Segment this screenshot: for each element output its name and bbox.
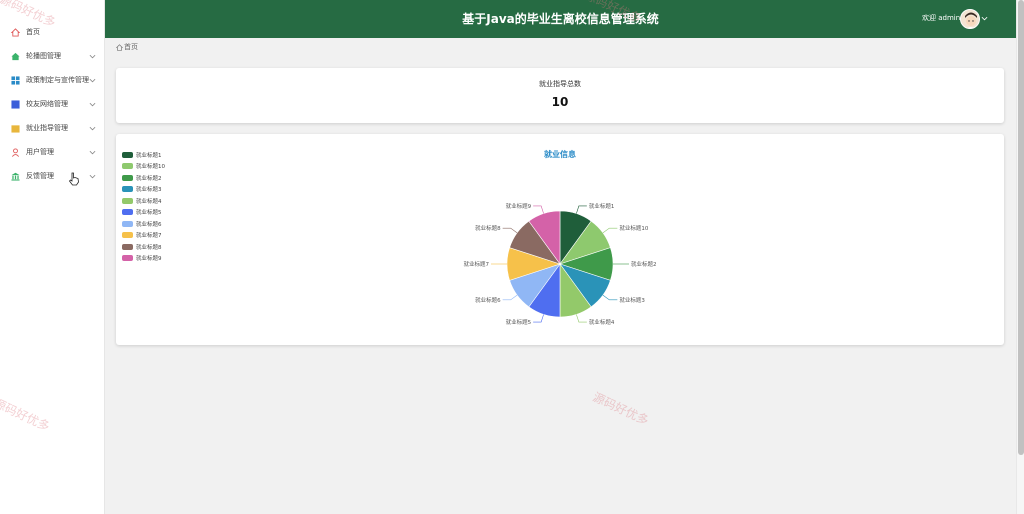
pie-slice-label: 就业标题3 — [619, 296, 645, 304]
sidebar-item-label: 校友网络管理 — [26, 100, 68, 108]
pie-slice-label: 就业标题5 — [506, 318, 532, 326]
scroll-thumb[interactable] — [1018, 0, 1024, 455]
sidebar-item-users[interactable]: 用户管理 — [0, 141, 105, 165]
pie-slice-label: 就业标题9 — [506, 202, 532, 210]
chart-card: 就业信息 就业标题1 就业标题10 就业标题2 就业标题3 就业标题4 就业标题5 就业标题… — [116, 134, 1004, 345]
user-icon — [11, 148, 20, 157]
sidebar-item-home[interactable]: 首页 — [0, 21, 105, 45]
pie-label-line — [576, 205, 587, 214]
stat-value: 10 — [551, 95, 569, 109]
sidebar-item-label: 轮播图管理 — [26, 52, 61, 60]
sidebar-item-alumni[interactable]: 校友网络管理 — [0, 93, 105, 117]
breadcrumb-home[interactable]: 首页 — [124, 42, 138, 52]
sidebar-item-carousel[interactable]: 轮播图管理 — [0, 45, 105, 69]
sidebar-item-label: 首页 — [26, 28, 40, 36]
hand-cursor-icon — [68, 172, 79, 186]
house-icon — [11, 52, 20, 61]
pie-slice-label: 就业标题4 — [589, 318, 615, 326]
pie-label-line — [602, 227, 618, 234]
grid-icon — [11, 76, 20, 85]
chevron-down-icon — [89, 150, 96, 155]
pie-label-line — [502, 294, 518, 301]
sidebar-item-label: 就业指导管理 — [26, 124, 68, 132]
chevron-down-icon — [89, 102, 96, 107]
sidebar: 首页 轮播图管理 政策制定与宣传管理 校友网络管理 就业指导管理 用户管理 反馈… — [0, 0, 105, 514]
home-icon — [11, 28, 20, 37]
chevron-down-icon — [89, 174, 96, 179]
pie-label-line — [502, 227, 518, 234]
pie-slice-label: 就业标题1 — [589, 202, 615, 210]
stat-card: 就业指导总数 10 — [116, 68, 1004, 123]
bank-icon — [11, 172, 20, 181]
sidebar-item-label: 用户管理 — [26, 148, 54, 156]
pie-chart: 就业标题1 就业标题10 就业标题2 就业标题3 就业标题4 就业标题5 就业标题6 就业标题… — [464, 202, 657, 326]
scrollbar[interactable] — [1016, 0, 1024, 514]
pie-slice-label: 就业标题7 — [464, 260, 490, 268]
square-icon — [11, 100, 20, 109]
chevron-down-icon[interactable] — [981, 15, 988, 22]
watermark-mid: 源码好优多 — [590, 389, 651, 428]
app-title: 基于Java的毕业生离校信息管理系统 — [462, 12, 659, 26]
pie-slice-label: 就业标题6 — [475, 296, 501, 304]
sidebar-item-feedback[interactable]: 反馈管理 — [0, 165, 105, 189]
sidebar-item-label: 政策制定与宣传管理 — [26, 76, 89, 84]
pie-label-line — [602, 294, 618, 301]
pie-label-line — [533, 314, 544, 323]
sidebar-item-policy[interactable]: 政策制定与宣传管理 — [0, 69, 105, 93]
pie-label-line — [533, 205, 544, 214]
chevron-down-icon — [89, 54, 96, 59]
sidebar-item-employment[interactable]: 就业指导管理 — [0, 117, 105, 141]
pie-slice-label: 就业标题10 — [619, 224, 648, 232]
stat-label: 就业指导总数 — [539, 80, 581, 88]
header: 基于Java的毕业生离校信息管理系统 欢迎 admin — [105, 0, 1016, 38]
pie-label-line — [576, 314, 587, 323]
folder-icon — [11, 125, 20, 133]
pie-slice-label: 就业标题8 — [475, 224, 501, 232]
chevron-down-icon — [89, 78, 96, 83]
sidebar-item-label: 反馈管理 — [26, 172, 54, 180]
chevron-down-icon — [89, 126, 96, 131]
avatar[interactable] — [960, 9, 980, 29]
home-icon — [116, 43, 123, 51]
welcome-text: 欢迎 admin — [922, 14, 961, 22]
pie-slice-label: 就业标题2 — [631, 260, 657, 268]
breadcrumb: 首页 — [116, 42, 138, 52]
